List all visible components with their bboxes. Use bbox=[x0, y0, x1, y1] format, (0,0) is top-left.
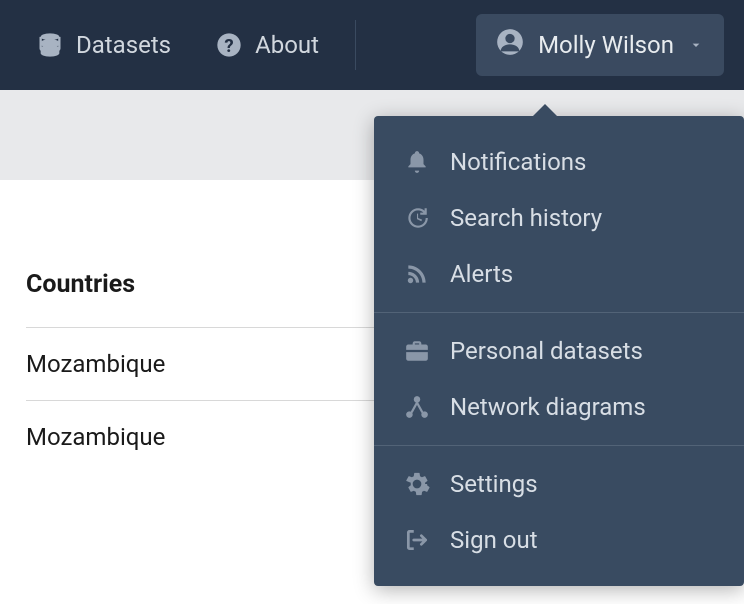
network-icon bbox=[402, 394, 432, 420]
rss-icon bbox=[402, 261, 432, 287]
menu-divider bbox=[374, 312, 744, 313]
nav-about[interactable]: ? About bbox=[199, 21, 335, 69]
menu-label: Notifications bbox=[450, 148, 586, 176]
database-icon bbox=[36, 31, 64, 59]
menu-label: Sign out bbox=[450, 526, 538, 554]
menu-label: Personal datasets bbox=[450, 337, 643, 365]
history-icon bbox=[402, 205, 432, 231]
menu-label: Search history bbox=[450, 204, 602, 232]
gear-icon bbox=[402, 471, 432, 497]
chevron-down-icon bbox=[688, 31, 704, 59]
user-menu-button[interactable]: Molly Wilson bbox=[476, 14, 724, 76]
user-icon bbox=[496, 28, 524, 62]
menu-alerts[interactable]: Alerts bbox=[374, 246, 744, 302]
menu-personal-datasets[interactable]: Personal datasets bbox=[374, 323, 744, 379]
svg-text:?: ? bbox=[224, 35, 233, 57]
menu-sign-out[interactable]: Sign out bbox=[374, 512, 744, 568]
menu-label: Settings bbox=[450, 470, 538, 498]
menu-settings[interactable]: Settings bbox=[374, 456, 744, 512]
help-icon: ? bbox=[215, 31, 243, 59]
topbar: Datasets ? About Molly Wilson bbox=[0, 0, 744, 90]
nav-label: About bbox=[255, 31, 319, 59]
nav-divider bbox=[355, 20, 356, 70]
menu-notifications[interactable]: Notifications bbox=[374, 134, 744, 190]
menu-label: Network diagrams bbox=[450, 393, 646, 421]
sign-out-icon bbox=[402, 527, 432, 553]
nav-label: Datasets bbox=[76, 31, 171, 59]
user-name: Molly Wilson bbox=[538, 31, 674, 59]
menu-label: Alerts bbox=[450, 260, 513, 288]
nav-datasets[interactable]: Datasets bbox=[20, 21, 187, 69]
menu-divider bbox=[374, 445, 744, 446]
bell-icon bbox=[402, 149, 432, 175]
menu-search-history[interactable]: Search history bbox=[374, 190, 744, 246]
menu-network-diagrams[interactable]: Network diagrams bbox=[374, 379, 744, 435]
user-dropdown: Notifications Search history Alerts Pers… bbox=[374, 116, 744, 586]
briefcase-icon bbox=[402, 338, 432, 364]
